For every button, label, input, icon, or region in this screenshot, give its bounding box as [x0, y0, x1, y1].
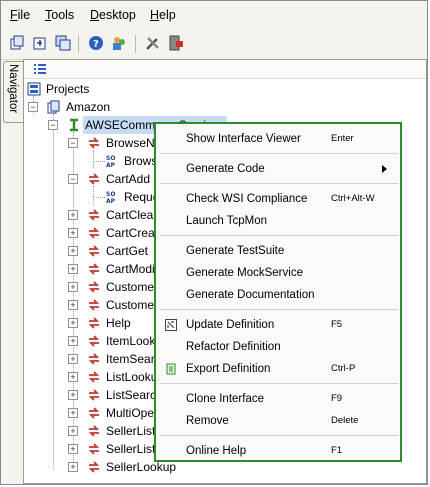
- operation-icon: [88, 209, 100, 221]
- help-icon[interactable]: ?: [88, 35, 104, 51]
- expand-toggle[interactable]: +: [68, 210, 78, 220]
- tree-item-projects[interactable]: Projects: [24, 80, 424, 98]
- exit-icon[interactable]: [168, 35, 184, 51]
- community-icon[interactable]: [111, 35, 127, 51]
- menu-separator: [160, 235, 398, 236]
- operation-icon: [88, 137, 100, 149]
- menu-item-show-interface-viewer[interactable]: Show Interface Viewer Enter: [156, 129, 400, 149]
- svg-text:SO: SO: [106, 191, 115, 198]
- expand-toggle[interactable]: +: [68, 300, 78, 310]
- operation-icon: [88, 353, 100, 365]
- operation-icon: [88, 263, 100, 275]
- context-menu: Show Interface Viewer Enter Generate Cod…: [154, 122, 402, 462]
- expand-toggle[interactable]: +: [68, 282, 78, 292]
- menu-item-refactor-definition[interactable]: Refactor Definition: [156, 337, 400, 357]
- collapse-toggle[interactable]: −: [48, 120, 58, 130]
- tree-line: [93, 161, 105, 162]
- expand-toggle[interactable]: +: [68, 390, 78, 400]
- toolbar-separator: [135, 35, 136, 53]
- operation-icon: [88, 299, 100, 311]
- expand-toggle[interactable]: +: [68, 246, 78, 256]
- soap-request-icon: SOAP: [106, 155, 116, 168]
- expand-toggle[interactable]: +: [68, 354, 78, 364]
- menu-item-clone-interface[interactable]: Clone Interface F9: [156, 389, 400, 409]
- collapse-toggle[interactable]: −: [68, 174, 78, 184]
- soap-request-icon: SOAP: [106, 191, 116, 204]
- projects-icon: [27, 82, 41, 96]
- update-definition-icon: [165, 319, 177, 331]
- operation-icon: [88, 317, 100, 329]
- operation-icon: [88, 443, 100, 455]
- menu-item-check-wsi-compliance[interactable]: Check WSI Compliance Ctrl+Alt-W: [156, 189, 400, 209]
- list-view-icon[interactable]: [34, 63, 46, 75]
- operation-icon: [88, 335, 100, 347]
- menu-item-generate-mockservice[interactable]: Generate MockService: [156, 263, 400, 283]
- menu-desktop[interactable]: Desktop: [90, 8, 136, 22]
- preferences-icon[interactable]: [145, 35, 161, 51]
- new-project-icon[interactable]: [9, 35, 25, 51]
- project-icon: [47, 100, 60, 114]
- submenu-arrow-icon: [382, 165, 387, 173]
- collapse-toggle[interactable]: −: [28, 102, 38, 112]
- expand-toggle[interactable]: +: [68, 228, 78, 238]
- tree-item-amazon[interactable]: − Amazon: [24, 98, 424, 116]
- menu-item-online-help[interactable]: Online Help F1: [156, 441, 400, 461]
- toolbar: ?: [1, 29, 427, 60]
- menu-item-export-definition[interactable]: Export Definition Ctrl-P: [156, 359, 400, 379]
- menu-tools[interactable]: Tools: [45, 8, 74, 22]
- expand-toggle[interactable]: +: [68, 264, 78, 274]
- menu-item-generate-documentation[interactable]: Generate Documentation: [156, 285, 400, 305]
- menu-item-generate-code[interactable]: Generate Code: [156, 159, 400, 179]
- menu-bar: File Tools Desktop Help: [1, 1, 427, 29]
- panel-toolbar: [24, 60, 426, 79]
- operation-icon: [88, 281, 100, 293]
- menu-item-remove[interactable]: Remove Delete: [156, 411, 400, 431]
- operation-icon: [88, 371, 100, 383]
- menu-separator: [160, 383, 398, 384]
- svg-text:?: ?: [93, 39, 99, 50]
- menu-item-update-definition[interactable]: Update Definition F5: [156, 315, 400, 335]
- tree-line: [93, 197, 105, 198]
- svg-text:AP: AP: [106, 162, 116, 168]
- operation-icon: [88, 407, 100, 419]
- menu-separator: [160, 153, 398, 154]
- operation-icon: [88, 389, 100, 401]
- menu-help[interactable]: Help: [150, 8, 176, 22]
- menu-file[interactable]: File: [10, 8, 30, 22]
- export-definition-icon: [166, 363, 176, 375]
- interface-icon: [70, 118, 78, 132]
- menu-separator: [160, 183, 398, 184]
- toolbar-separator: [78, 35, 79, 53]
- app-window: File Tools Desktop Help ? Navigator Proj…: [0, 0, 428, 485]
- operation-icon: [88, 245, 100, 257]
- menu-separator: [160, 435, 398, 436]
- operation-icon: [88, 227, 100, 239]
- expand-toggle[interactable]: +: [68, 318, 78, 328]
- import-project-icon[interactable]: [32, 35, 48, 51]
- operation-icon: [88, 173, 100, 185]
- expand-toggle[interactable]: +: [68, 336, 78, 346]
- operation-icon: [88, 425, 100, 437]
- operation-icon: [88, 461, 100, 473]
- expand-toggle[interactable]: +: [68, 462, 78, 472]
- menu-item-generate-testsuite[interactable]: Generate TestSuite: [156, 241, 400, 261]
- expand-toggle[interactable]: +: [68, 444, 78, 454]
- navigator-tab-label: Navigator: [7, 64, 19, 114]
- collapse-toggle[interactable]: −: [68, 138, 78, 148]
- svg-text:AP: AP: [106, 198, 116, 204]
- expand-toggle[interactable]: +: [68, 426, 78, 436]
- menu-separator: [160, 309, 398, 310]
- expand-toggle[interactable]: +: [68, 372, 78, 382]
- navigator-tab[interactable]: Navigator: [3, 61, 24, 123]
- save-all-icon[interactable]: [55, 35, 71, 51]
- menu-item-launch-tcpmon[interactable]: Launch TcpMon: [156, 211, 400, 231]
- svg-text:SO: SO: [106, 155, 115, 162]
- expand-toggle[interactable]: +: [68, 408, 78, 418]
